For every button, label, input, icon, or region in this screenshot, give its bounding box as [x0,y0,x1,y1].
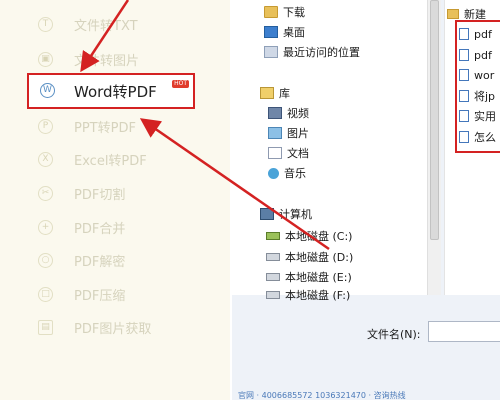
nav-item-label: 桌面 [283,26,305,39]
scrollbar-thumb[interactable] [430,0,439,240]
picture-library-icon [268,127,282,139]
pdf-split-icon: ✂ [38,186,53,201]
pdf-merge-icon: + [38,220,53,235]
system-drive-icon [266,232,280,240]
nav-item-label: 下载 [283,6,305,19]
download-folder-icon [264,6,278,18]
menu-item-label: 文件转TXT [74,19,138,34]
nav-item-desktop[interactable]: 桌面 [264,23,305,41]
menu-item-word-to-pdf[interactable]: W Word转PDF HOT [27,73,195,109]
navigation-pane: 下载 桌面 最近访问的位置 库 视频 图片 文档 音乐 计算机 本地磁盘 (C:… [232,0,427,302]
nav-item-drive-f[interactable]: 本地磁盘 (F:) [266,288,350,302]
menu-item-label: PDF解密 [74,255,126,270]
menu-item-label: PDF切割 [74,188,126,203]
menu-item-pdf-image-extract[interactable]: ▤ PDF图片获取 [0,307,230,347]
nav-item-downloads[interactable]: 下载 [264,3,305,21]
menu-item-label: Excel转PDF [74,154,147,169]
pdf-compress-icon: □ [38,287,53,302]
folder-icon [447,9,459,19]
nav-item-computer[interactable]: 计算机 [260,205,312,223]
nav-item-label: 最近访问的位置 [283,46,360,59]
filename-label: 文件名(N): [367,328,421,341]
recent-places-icon [264,46,278,58]
filename-field[interactable] [428,321,500,342]
nav-item-label: 视频 [287,107,309,120]
computer-icon [260,208,274,220]
drive-icon [266,291,280,299]
txt-icon: T [38,17,53,32]
nav-item-label: 本地磁盘 (F:) [285,289,351,302]
file-open-dialog: 下载 桌面 最近访问的位置 库 视频 图片 文档 音乐 计算机 本地磁盘 (C:… [232,0,500,400]
nav-item-label: 音乐 [284,167,306,180]
desktop-icon [264,26,278,38]
nav-item-documents[interactable]: 文档 [268,144,309,162]
nav-item-label: 本地磁盘 (E:) [285,271,352,284]
converter-menu: T 文件转TXT ▣ 文件转图片 W Word转PDF HOT P PPT转PD… [0,0,230,400]
nav-item-label: 图片 [287,127,309,140]
pdf-unlock-icon: ○ [38,253,53,268]
drive-icon [266,273,280,281]
nav-item-music[interactable]: 音乐 [268,164,306,182]
hot-badge: HOT [172,80,189,88]
word-icon: W [40,83,55,98]
nav-item-label: 本地磁盘 (D:) [285,251,354,264]
nav-item-drive-e[interactable]: 本地磁盘 (E:) [266,268,352,286]
ppt-icon: P [38,119,53,134]
menu-item-label: Word转PDF [74,83,157,101]
nav-item-libraries[interactable]: 库 [260,84,290,102]
file-selection-highlight [455,20,500,153]
excel-icon: X [38,152,53,167]
menu-item-label: PDF合并 [74,222,126,237]
menu-item-label: PPT转PDF [74,121,136,136]
pdf-image-extract-icon: ▤ [38,320,53,335]
menu-item-label: PDF图片获取 [74,322,152,337]
menu-item-label: 文件转图片 [74,54,140,69]
menu-item-txt[interactable]: T 文件转TXT [0,4,230,44]
music-library-icon [268,167,279,179]
library-icon [260,87,274,99]
nav-item-drive-d[interactable]: 本地磁盘 (D:) [266,248,353,266]
video-library-icon [268,107,282,119]
nav-item-label: 库 [279,87,290,100]
nav-item-videos[interactable]: 视频 [268,104,309,122]
document-library-icon [268,147,282,159]
image-icon: ▣ [38,52,53,67]
nav-item-recent[interactable]: 最近访问的位置 [264,43,360,61]
nav-item-label: 文档 [287,147,309,160]
navigation-scrollbar[interactable] [427,0,441,295]
nav-item-drive-c[interactable]: 本地磁盘 (C:) [266,227,352,245]
status-bar: 官网 · 4006685572 1036321470 · 咨询热线 [238,391,406,400]
nav-item-label: 计算机 [279,208,312,221]
nav-item-pictures[interactable]: 图片 [268,124,309,142]
menu-item-label: PDF压缩 [74,289,126,304]
drive-icon [266,253,280,261]
nav-item-label: 本地磁盘 (C:) [285,230,353,243]
